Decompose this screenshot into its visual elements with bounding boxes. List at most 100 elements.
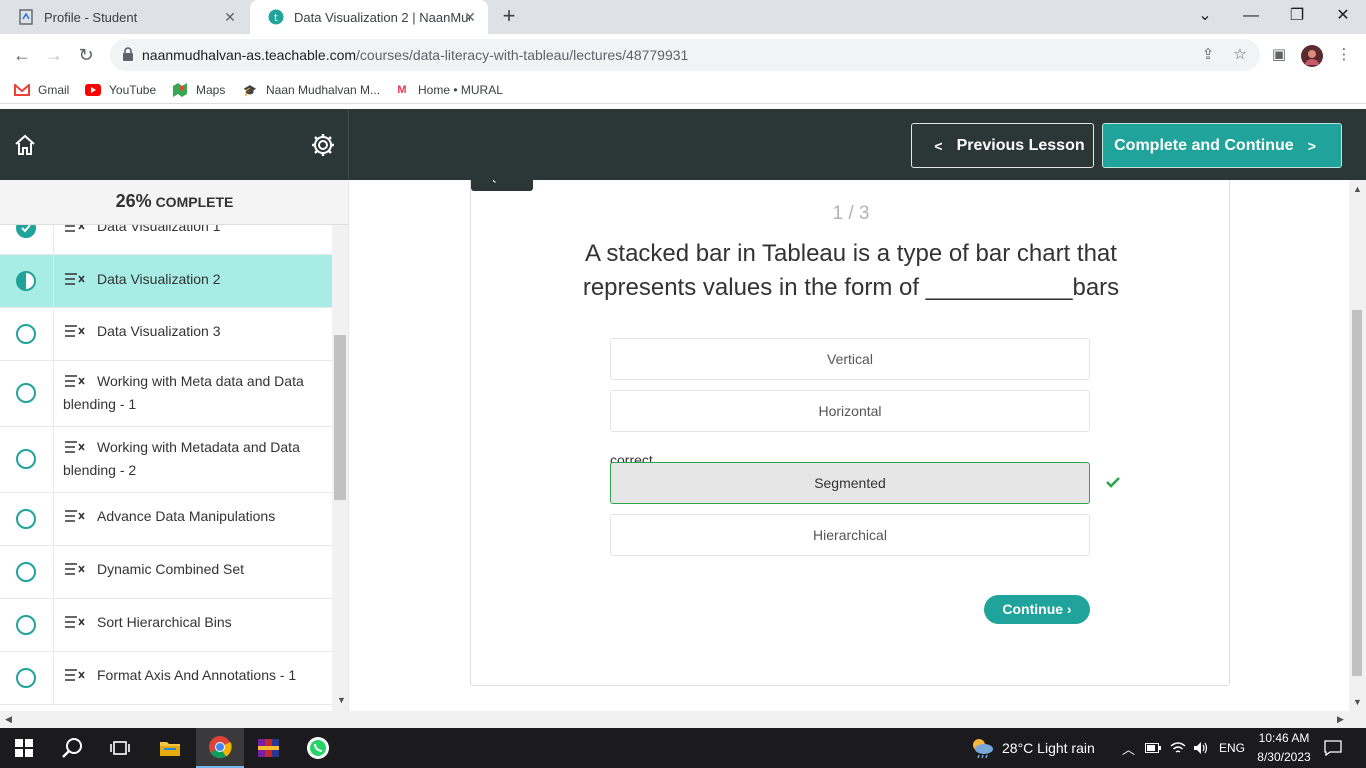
- horizontal-scrollbar[interactable]: ◀ ▶: [0, 711, 1366, 728]
- answer-option-vertical[interactable]: Vertical: [610, 338, 1090, 380]
- lesson-title: Working with Metadata and Data blending …: [63, 436, 316, 482]
- answer-option-horizontal[interactable]: Horizontal: [610, 390, 1090, 432]
- reload-icon[interactable]: ↻: [74, 43, 98, 67]
- course-header: < Previous Lesson Complete and Continue >: [0, 109, 1366, 180]
- quiz-icon: [65, 669, 85, 681]
- gmail-icon: [14, 83, 30, 97]
- progress-label: COMPLETE: [155, 194, 234, 210]
- quiz-icon: [65, 325, 85, 337]
- bookmark-youtube[interactable]: YouTube: [85, 81, 156, 99]
- tab-data-visualization-2[interactable]: t Data Visualization 2 | NaanMudh ✕: [250, 0, 488, 34]
- close-window-button[interactable]: ✕: [1330, 4, 1356, 28]
- bookmark-naan-mudhalvan[interactable]: 🎓 Naan Mudhalvan M...: [242, 81, 380, 99]
- chrome-taskbar-icon[interactable]: [196, 728, 244, 768]
- sidebar-item-meta-data-blending-1[interactable]: Working with Meta data and Data blending…: [0, 361, 332, 427]
- scroll-down-arrow-icon[interactable]: ▼: [337, 695, 346, 705]
- url-text: naanmudhalvan-as.teachable.com/courses/d…: [142, 47, 688, 63]
- bookmark-label: Naan Mudhalvan M...: [266, 83, 381, 97]
- profile-avatar[interactable]: [1301, 45, 1323, 67]
- gear-icon[interactable]: [310, 132, 336, 158]
- sidebar-scrollbar-thumb[interactable]: [334, 335, 346, 500]
- lesson-label: Working with Meta data and Data blending…: [63, 373, 304, 412]
- task-view-icon[interactable]: [96, 728, 144, 768]
- scroll-up-arrow-icon[interactable]: ▲: [1353, 184, 1362, 194]
- quiz-icon: [65, 616, 85, 628]
- answer-option-segmented[interactable]: Segmented: [610, 462, 1090, 504]
- back-arrow-icon[interactable]: ←: [10, 43, 34, 67]
- winrar-icon[interactable]: [245, 728, 293, 768]
- divider: [53, 493, 54, 545]
- quiz-card: QUIZ 1 / 3 A stacked bar in Tableau is a…: [470, 180, 1230, 686]
- sidebar-item-metadata-blending-2[interactable]: Working with Metadata and Data blending …: [0, 427, 332, 493]
- url-host: naanmudhalvan-as.teachable.com: [142, 47, 357, 63]
- continue-button[interactable]: Continue ›: [984, 595, 1090, 624]
- answer-option-hierarchical[interactable]: Hierarchical: [610, 514, 1090, 556]
- bookmark-label: Home • MURAL: [418, 83, 503, 97]
- wifi-icon[interactable]: [1170, 728, 1186, 768]
- complete-and-continue-button[interactable]: Complete and Continue >: [1102, 123, 1342, 168]
- youtube-icon: [85, 83, 101, 97]
- mural-logo-icon: M: [397, 84, 407, 96]
- notification-icon[interactable]: [1324, 728, 1342, 768]
- close-tab-icon[interactable]: ✕: [462, 9, 478, 25]
- new-tab-button[interactable]: +: [498, 5, 520, 28]
- share-icon[interactable]: ⇪: [1198, 45, 1218, 65]
- course-sidebar: 26% COMPLETE Data Visualization 1 Data V…: [0, 180, 349, 711]
- sidebar-item-sort-hierarchical-bins[interactable]: Sort Hierarchical Bins: [0, 599, 332, 652]
- bookmark-maps[interactable]: Maps: [172, 81, 225, 99]
- tab-profile-student[interactable]: Profile - Student ✕: [0, 0, 248, 34]
- kebab-menu-icon[interactable]: ⋮: [1334, 45, 1354, 65]
- volume-icon[interactable]: [1193, 728, 1209, 768]
- input-language[interactable]: ENG: [1219, 728, 1245, 768]
- not-started-circle-icon: [16, 615, 36, 635]
- weather-text: 28°C Light rain: [1002, 740, 1095, 756]
- rain-cloud-icon: [973, 739, 993, 759]
- sidebar-item-dynamic-combined-set[interactable]: Dynamic Combined Set: [0, 546, 332, 599]
- bookmark-mural[interactable]: M Home • MURAL: [394, 81, 503, 99]
- lesson-content: QUIZ 1 / 3 A stacked bar in Tableau is a…: [350, 180, 1349, 711]
- lesson-label: Sort Hierarchical Bins: [97, 614, 232, 630]
- divider: [53, 308, 54, 360]
- side-panel-icon[interactable]: ▣: [1269, 45, 1289, 65]
- close-tab-icon[interactable]: ✕: [222, 9, 238, 25]
- lesson-title: Advance Data Manipulations: [63, 505, 316, 528]
- scroll-right-arrow-icon[interactable]: ▶: [1337, 714, 1344, 725]
- not-started-circle-icon: [16, 449, 36, 469]
- sidebar-item-data-visualization-3[interactable]: Data Visualization 3: [0, 308, 332, 361]
- minimize-button[interactable]: —: [1238, 4, 1264, 28]
- clock[interactable]: 10:46 AM 8/30/2023: [1254, 728, 1314, 768]
- page-scrollbar-thumb[interactable]: [1352, 310, 1362, 676]
- divider: [53, 652, 54, 704]
- previous-lesson-button[interactable]: < Previous Lesson: [911, 123, 1094, 168]
- sidebar-item-format-axis-annotations-1[interactable]: Format Axis And Annotations - 1: [0, 652, 332, 705]
- tab-search-chevron-icon[interactable]: ⌄: [1192, 4, 1218, 28]
- forward-arrow-icon[interactable]: →: [42, 43, 66, 67]
- bookmark-gmail[interactable]: Gmail: [14, 81, 69, 99]
- battery-icon[interactable]: [1145, 728, 1161, 768]
- home-icon[interactable]: [12, 133, 38, 157]
- not-started-circle-icon: [16, 383, 36, 403]
- address-bar[interactable]: naanmudhalvan-as.teachable.com/courses/d…: [110, 39, 1260, 71]
- search-icon[interactable]: [48, 728, 96, 768]
- windows-start-icon[interactable]: [0, 728, 48, 768]
- restore-button[interactable]: ❐: [1284, 4, 1310, 28]
- url-path: /courses/data-literacy-with-tableau/lect…: [356, 47, 689, 63]
- sidebar-item-data-visualization-2[interactable]: Data Visualization 2: [0, 255, 332, 308]
- show-hidden-icons-chevron-icon[interactable]: ︿: [1122, 728, 1135, 768]
- scroll-down-arrow-icon[interactable]: ▼: [1353, 697, 1362, 707]
- not-started-circle-icon: [16, 509, 36, 529]
- bookmark-star-icon[interactable]: ☆: [1230, 45, 1250, 65]
- document-favicon-icon: [18, 9, 34, 25]
- divider: [53, 361, 54, 426]
- whatsapp-icon[interactable]: [294, 728, 342, 768]
- scroll-left-arrow-icon[interactable]: ◀: [5, 714, 12, 725]
- lesson-title: Dynamic Combined Set: [63, 558, 316, 581]
- weather-widget[interactable]: 28°C Light rain: [970, 728, 1095, 768]
- lesson-title: Working with Meta data and Data blending…: [63, 370, 316, 416]
- bookmark-label: YouTube: [109, 83, 157, 97]
- file-explorer-icon[interactable]: [146, 728, 194, 768]
- sidebar-item-advance-data-manipulations[interactable]: Advance Data Manipulations: [0, 493, 332, 546]
- lesson-label: Data Visualization 2: [97, 271, 221, 287]
- bookmark-label: Maps: [196, 83, 226, 97]
- browser-tab-strip: Profile - Student ✕ t Data Visualization…: [0, 0, 1366, 34]
